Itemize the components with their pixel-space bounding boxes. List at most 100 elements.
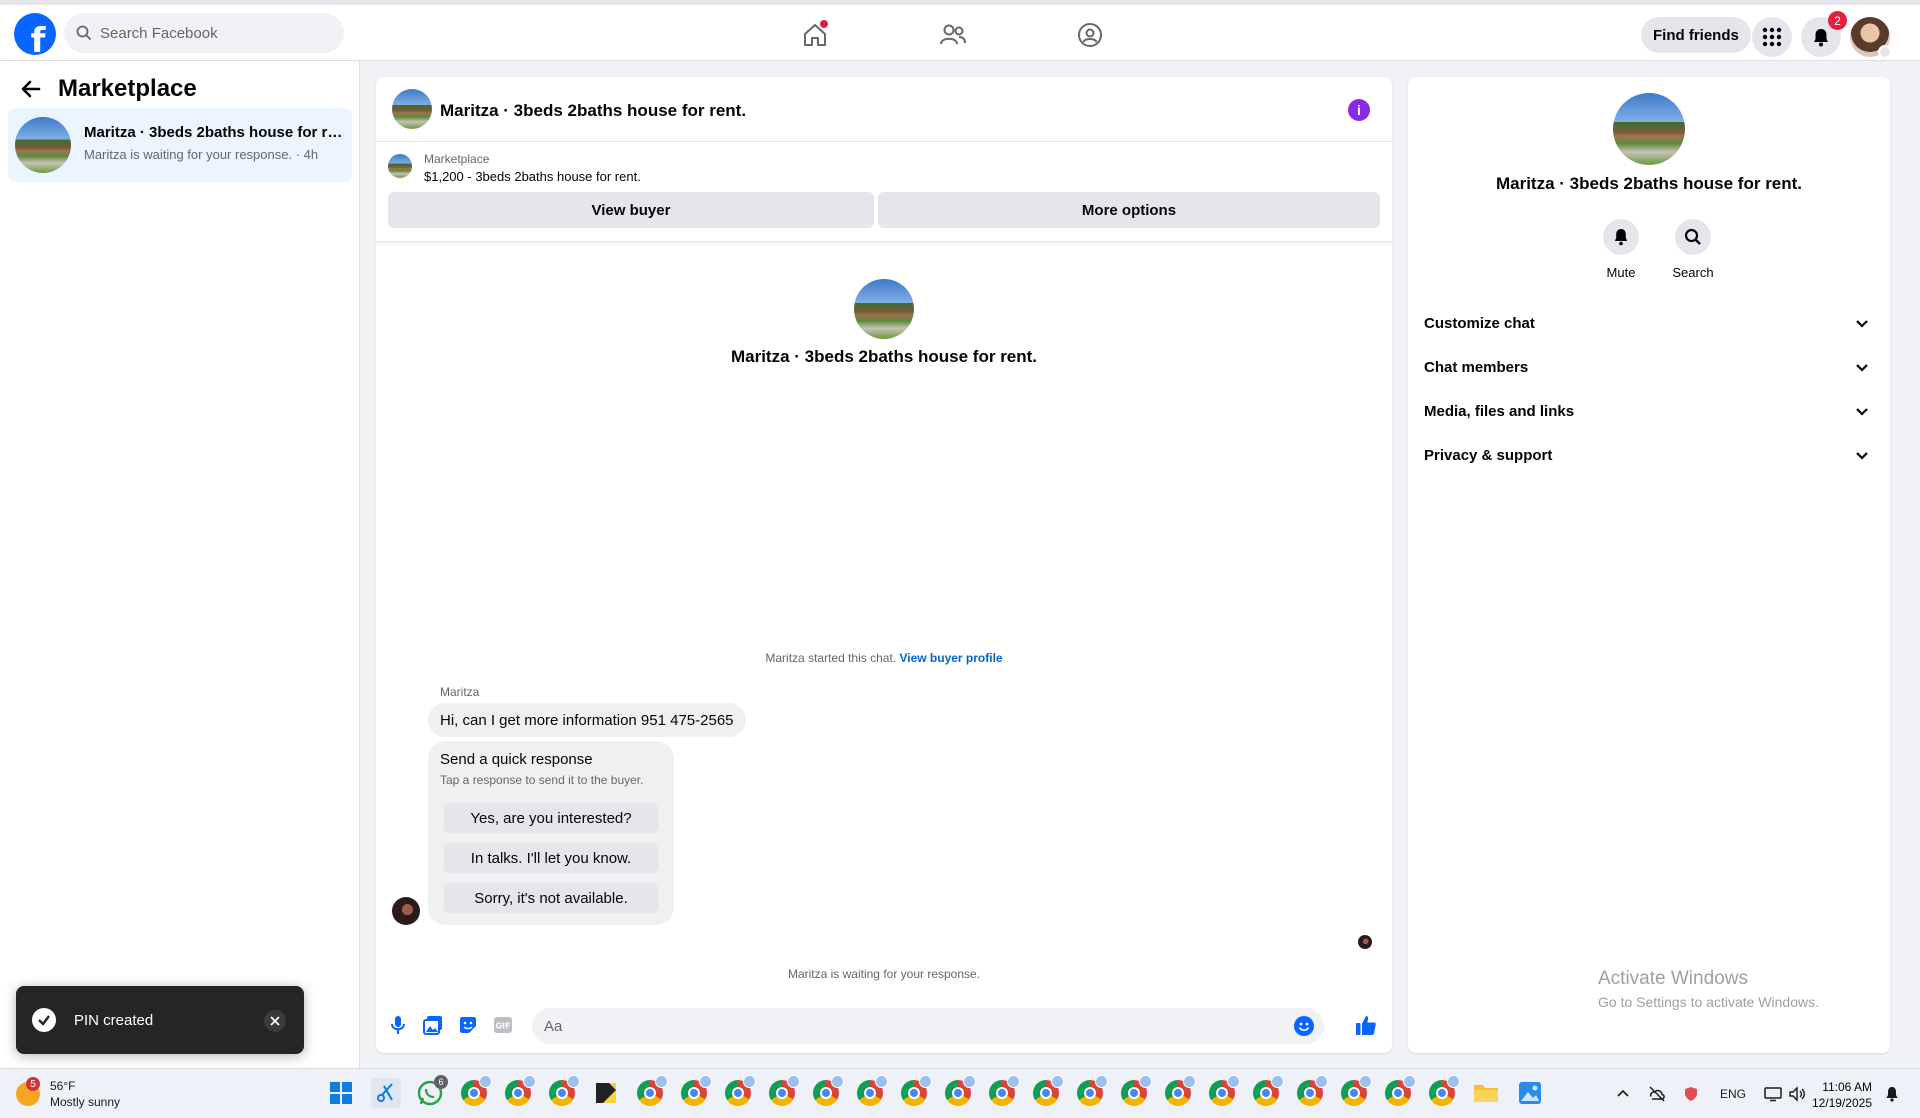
security-icon[interactable] — [1684, 1086, 1698, 1102]
chat-header-title[interactable]: Maritza · 3beds 2baths house for rent. — [440, 101, 746, 121]
photos-app[interactable] — [1515, 1078, 1545, 1108]
whatsapp-app[interactable]: 6 — [415, 1075, 448, 1108]
chat-header-thumbnail[interactable] — [392, 89, 432, 129]
chevron-down-icon — [1856, 364, 1868, 372]
groups-nav-button[interactable] — [1073, 18, 1107, 52]
view-buyer-profile-link[interactable]: View buyer profile — [899, 651, 1002, 665]
cloud-off-icon[interactable] — [1648, 1086, 1666, 1102]
privacy-support-section[interactable]: Privacy & support — [1416, 433, 1882, 477]
snipping-tool-app[interactable] — [371, 1078, 401, 1108]
notifications-button[interactable]: 2 — [1801, 11, 1847, 57]
quick-response-option[interactable]: Yes, are you interested? — [444, 803, 658, 833]
weather-condition: Mostly sunny — [50, 1095, 121, 1109]
chrome-app[interactable] — [855, 1075, 888, 1108]
chrome-icon — [549, 1075, 580, 1106]
sidebar-header: Marketplace — [20, 75, 197, 103]
buyer-avatar[interactable] — [392, 897, 420, 925]
check-icon — [32, 1008, 56, 1032]
search-box[interactable] — [64, 13, 344, 53]
info-icon[interactable]: i — [1348, 99, 1370, 121]
chrome-icon — [1209, 1075, 1240, 1106]
chrome-app[interactable] — [503, 1075, 536, 1108]
chrome-app[interactable] — [811, 1075, 844, 1108]
notification-bell-icon[interactable] — [1885, 1086, 1899, 1102]
back-arrow-icon[interactable] — [20, 78, 42, 100]
chrome-app[interactable] — [1383, 1075, 1416, 1108]
chrome-icon — [1341, 1075, 1372, 1106]
listing-price-title[interactable]: $1,200 - 3beds 2baths house for rent. — [424, 169, 641, 184]
quick-response-card: Send a quick response Tap a response to … — [428, 741, 674, 925]
listing-mini-thumbnail — [388, 154, 412, 178]
message-input-box[interactable] — [532, 1008, 1324, 1044]
media-files-links-section[interactable]: Media, files and links — [1416, 389, 1882, 433]
chrome-app[interactable] — [1075, 1075, 1108, 1108]
more-options-button[interactable]: More options — [878, 192, 1380, 228]
system-tray: ENG — [1616, 1069, 1806, 1118]
photo-button[interactable] — [421, 1013, 445, 1037]
microphone-button[interactable] — [386, 1013, 410, 1037]
chrome-app[interactable] — [1251, 1075, 1284, 1108]
facebook-logo[interactable]: f — [14, 13, 56, 55]
find-friends-button[interactable]: Find friends — [1641, 17, 1751, 53]
chrome-app[interactable] — [723, 1075, 756, 1108]
chrome-app[interactable] — [1427, 1075, 1460, 1108]
chrome-icon — [1033, 1075, 1064, 1106]
section-label: Customize chat — [1424, 314, 1535, 332]
chrome-app[interactable] — [1295, 1075, 1328, 1108]
message-input[interactable] — [544, 1017, 1244, 1035]
file-explorer-app[interactable] — [1471, 1078, 1501, 1108]
chrome-app[interactable] — [943, 1075, 976, 1108]
chrome-app[interactable] — [1339, 1075, 1372, 1108]
customize-chat-section[interactable]: Customize chat — [1416, 301, 1882, 345]
chrome-app[interactable] — [679, 1075, 712, 1108]
windows-logo-icon — [330, 1082, 352, 1104]
chrome-app[interactable] — [987, 1075, 1020, 1108]
network-icon[interactable] — [1764, 1086, 1782, 1102]
quick-response-option[interactable]: Sorry, it's not available. — [444, 883, 658, 913]
chrome-icon — [1385, 1075, 1416, 1106]
intro-listing-photo — [854, 279, 914, 339]
quick-response-option[interactable]: In talks. I'll let you know. — [444, 843, 658, 873]
like-button[interactable] — [1354, 1013, 1378, 1037]
chrome-icon — [989, 1075, 1020, 1106]
language-indicator[interactable]: ENG — [1720, 1087, 1746, 1101]
chrome-app[interactable] — [547, 1075, 580, 1108]
search-in-chat-button[interactable]: Search — [1663, 219, 1723, 280]
start-button[interactable] — [326, 1078, 356, 1108]
sticky-notes-app[interactable] — [591, 1078, 621, 1108]
mute-button[interactable]: Mute — [1591, 219, 1651, 280]
chevron-up-icon[interactable] — [1616, 1087, 1630, 1101]
chrome-app[interactable] — [459, 1075, 492, 1108]
section-label: Chat members — [1424, 358, 1529, 376]
chat-started-notice: Maritza started this chat. View buyer pr… — [376, 651, 1392, 665]
chrome-app[interactable] — [1031, 1075, 1064, 1108]
thread-list-item[interactable]: Maritza · 3beds 2baths house for rent. M… — [8, 108, 352, 182]
home-nav-button[interactable] — [798, 18, 832, 52]
volume-icon[interactable] — [1788, 1086, 1806, 1102]
weather-widget[interactable]: 5 56°F Mostly sunny — [16, 1077, 121, 1110]
clock[interactable]: 11:06 AM 12/19/2025 — [1808, 1079, 1872, 1111]
chrome-app[interactable] — [899, 1075, 932, 1108]
gif-button[interactable]: GIF — [491, 1013, 515, 1037]
friends-icon — [940, 24, 966, 45]
chat-members-section[interactable]: Chat members — [1416, 345, 1882, 389]
close-toast-button[interactable] — [264, 1010, 286, 1032]
chrome-app[interactable] — [1207, 1075, 1240, 1108]
sticker-button[interactable] — [456, 1013, 480, 1037]
profile-avatar-button[interactable] — [1850, 17, 1892, 59]
chrome-app[interactable] — [1119, 1075, 1152, 1108]
chrome-icon — [505, 1075, 536, 1106]
chrome-app[interactable] — [635, 1075, 668, 1108]
search-input[interactable] — [100, 24, 320, 42]
notifications-badge: 2 — [1828, 11, 1847, 30]
chrome-app[interactable] — [1163, 1075, 1196, 1108]
chrome-app[interactable] — [767, 1075, 800, 1108]
details-listing-photo — [1613, 93, 1685, 165]
chrome-icon — [1429, 1075, 1460, 1106]
emoji-icon[interactable] — [1294, 1016, 1314, 1036]
menu-button[interactable] — [1752, 17, 1792, 57]
view-buyer-button[interactable]: View buyer — [388, 192, 874, 228]
marketplace-sidebar: Marketplace Maritza · 3beds 2baths house… — [0, 61, 360, 1068]
friends-nav-button[interactable] — [936, 18, 970, 52]
sender-name: Maritza — [440, 685, 480, 699]
